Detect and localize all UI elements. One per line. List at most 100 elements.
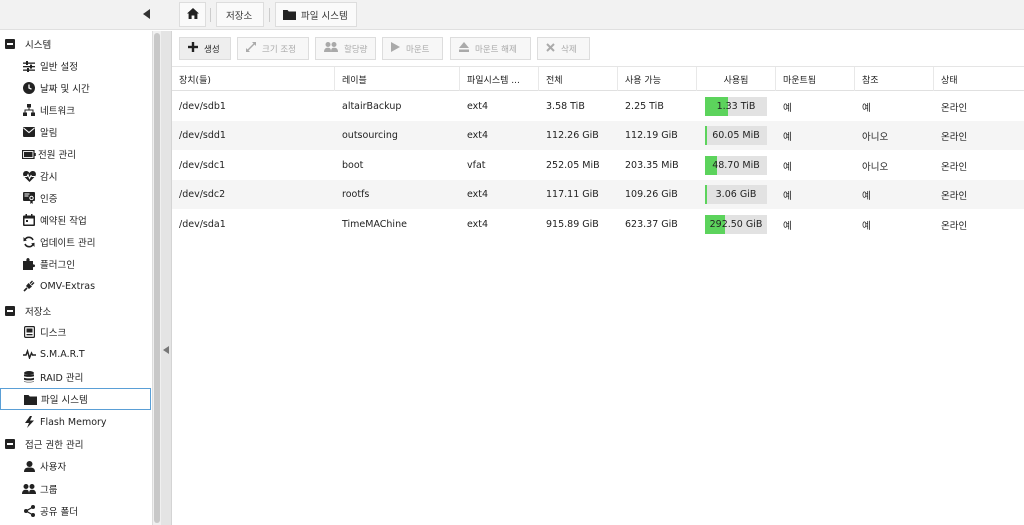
column-header-available[interactable]: 사용 가능 — [618, 67, 697, 91]
sidebar-item-smart[interactable]: S.M.A.R.T — [0, 343, 151, 365]
column-header-total[interactable]: 전체 — [539, 67, 618, 91]
sliders-icon — [22, 59, 36, 73]
eject-icon — [459, 42, 469, 55]
sidebar-item-scheduled-jobs[interactable]: 예약된 작업 — [0, 209, 151, 231]
sidebar-group-system[interactable]: 시스템 — [0, 33, 150, 55]
sidebar-item-network[interactable]: 네트워크 — [0, 99, 151, 121]
table-row[interactable]: /dev/sda1 TimeMAChine ext4 915.89 GiB 62… — [172, 210, 1024, 239]
cell-filesystem: ext4 — [467, 130, 489, 141]
sidebar-item-disks[interactable]: 디스크 — [0, 321, 151, 343]
disk-icon — [22, 325, 36, 339]
column-header-used[interactable]: 사용됨 — [697, 67, 776, 91]
delete-button[interactable]: 삭제 — [537, 37, 590, 60]
column-header-devices[interactable]: 장치(들) — [172, 67, 335, 91]
breadcrumb-filesystems[interactable]: 파일 시스템 — [275, 2, 357, 27]
sidebar-item-omv-extras[interactable]: OMV-Extras — [0, 275, 151, 297]
clock-icon — [22, 81, 36, 95]
sidebar-item-update-management[interactable]: 업데이트 관리 — [0, 231, 151, 253]
create-button[interactable]: 생성 — [179, 37, 231, 60]
cell-device: /dev/sdc2 — [179, 189, 226, 200]
scrollbar-thumb[interactable] — [154, 33, 160, 523]
column-header-label[interactable]: 레이블 — [335, 67, 460, 91]
table-row[interactable]: /dev/sdd1 outsourcing ext4 112.26 GiB 11… — [172, 121, 1024, 150]
unmount-button[interactable]: 마운트 해제 — [450, 37, 531, 60]
sidebar-item-shared-folders[interactable]: 공유 폴더 — [0, 500, 151, 522]
mount-button-label: 마운트 — [406, 44, 430, 55]
certificate-icon — [22, 191, 36, 205]
sidebar-item-label: 사용자 — [40, 462, 67, 473]
sidebar-item-power-management[interactable]: 전원 관리 — [0, 143, 151, 165]
used-progress-bar: 292.50 GiB — [705, 215, 767, 234]
breadcrumb-storage-label: 저장소 — [226, 10, 253, 22]
folder-icon — [283, 9, 296, 20]
puzzle-icon — [22, 257, 36, 271]
used-progress-bar: 48.70 MiB — [705, 156, 767, 175]
column-header-mounted[interactable]: 마운트됨 — [776, 67, 855, 91]
database-icon — [22, 370, 36, 384]
triangle-left-icon[interactable] — [163, 346, 169, 356]
sidebar-item-users[interactable]: 사용자 — [0, 455, 151, 477]
sidebar-item-raid-management[interactable]: RAID 관리 — [0, 366, 151, 388]
sidebar-item-label: 감시 — [40, 172, 58, 183]
minus-square-icon[interactable] — [5, 306, 15, 316]
sidebar-group-access-rights[interactable]: 접근 권한 관리 — [0, 433, 150, 455]
sidebar-item-groups[interactable]: 그룹 — [0, 478, 151, 500]
sidebar-item-monitoring[interactable]: 감시 — [0, 165, 151, 187]
used-progress-text: 292.50 GiB — [709, 219, 763, 230]
sidebar-item-label: 일반 설정 — [40, 62, 78, 73]
minus-square-icon[interactable] — [5, 39, 15, 49]
sidebar-item-notification[interactable]: 알림 — [0, 121, 151, 143]
cell-device: /dev/sda1 — [179, 219, 226, 230]
table-row[interactable]: /dev/sdc2 rootfs ext4 117.11 GiB 109.26 … — [172, 180, 1024, 209]
column-header-referenced[interactable]: 참조 — [855, 67, 934, 91]
top-bar: 저장소 파일 시스템 — [0, 0, 1024, 30]
cell-device: /dev/sdc1 — [179, 160, 226, 171]
sidebar-scrollbar[interactable] — [153, 31, 161, 525]
cell-filesystem: vfat — [467, 160, 486, 171]
triangle-left-icon[interactable] — [141, 7, 153, 21]
cell-label: outsourcing — [342, 130, 398, 141]
share-icon — [22, 504, 36, 518]
delete-button-label: 삭제 — [561, 44, 577, 55]
sidebar-item-certificates[interactable]: 인증 — [0, 187, 151, 209]
calendar-icon — [22, 213, 36, 227]
sidebar-item-general-settings[interactable]: 일반 설정 — [0, 55, 151, 77]
sidebar-item-date-time[interactable]: 날짜 및 시간 — [0, 77, 151, 99]
mount-button[interactable]: 마운트 — [382, 37, 443, 60]
flash-icon — [22, 415, 36, 429]
column-header-filesystem[interactable]: 파일시스템 ... — [460, 67, 539, 91]
cell-available: 203.35 MiB — [625, 160, 679, 171]
sidebar-group-storage[interactable]: 저장소 — [0, 300, 150, 322]
home-button[interactable] — [179, 2, 206, 27]
sidebar-item-flash-memory[interactable]: Flash Memory — [0, 411, 151, 433]
sidebar-item-plugins[interactable]: 플러그인 — [0, 253, 151, 275]
breadcrumb-filesystems-label: 파일 시스템 — [301, 10, 348, 22]
cell-status: 온라인 — [941, 190, 968, 202]
cell-referenced: 아니오 — [862, 161, 889, 173]
pulse-icon — [22, 347, 36, 361]
column-header-status[interactable]: 상태 — [934, 67, 1024, 91]
close-icon — [546, 42, 555, 55]
sidebar-splitter[interactable] — [161, 31, 172, 525]
quota-button[interactable]: 할당량 — [315, 37, 376, 60]
breadcrumb-storage[interactable]: 저장소 — [216, 2, 264, 27]
cell-filesystem: ext4 — [467, 189, 489, 200]
sidebar-group-label: 저장소 — [25, 307, 52, 318]
play-icon — [391, 42, 400, 55]
sidebar-item-file-systems[interactable]: 파일 시스템 — [0, 388, 151, 410]
used-progress-text: 3.06 GiB — [715, 189, 757, 200]
cell-label: TimeMAChine — [342, 219, 407, 230]
cell-filesystem: ext4 — [467, 219, 489, 230]
user-icon — [22, 459, 36, 473]
table-row[interactable]: /dev/sdb1 altairBackup ext4 3.58 TiB 2.2… — [172, 92, 1024, 121]
sidebar-item-label: 그룹 — [40, 485, 58, 496]
grid-header: 장치(들) 레이블 파일시스템 ... 전체 사용 가능 사용됨 마운트됨 참조… — [172, 66, 1024, 91]
table-row[interactable]: /dev/sdc1 boot vfat 252.05 MiB 203.35 Mi… — [172, 151, 1024, 180]
resize-button[interactable]: 크기 조정 — [237, 37, 309, 60]
sidebar-item-label: 디스크 — [40, 328, 67, 339]
cell-referenced: 예 — [862, 190, 871, 202]
minus-square-icon[interactable] — [5, 439, 15, 449]
users-icon — [324, 42, 338, 55]
used-progress-bar: 3.06 GiB — [705, 185, 767, 204]
cell-status: 온라인 — [941, 161, 968, 173]
